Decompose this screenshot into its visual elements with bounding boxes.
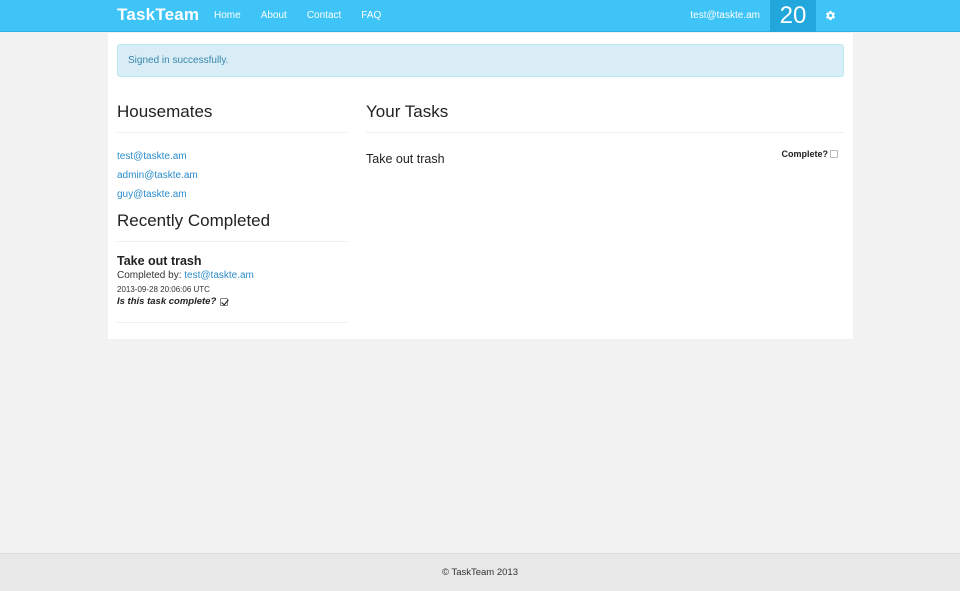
navbar: TaskTeam Home About Contact FAQ test@tas… bbox=[0, 0, 960, 32]
completed-by-label: Completed by: bbox=[117, 270, 182, 281]
nav-link-faq[interactable]: FAQ bbox=[351, 0, 391, 32]
housemate-link[interactable]: test@taskte.am bbox=[117, 147, 347, 166]
main-container: Signed in successfully. Housemates test@… bbox=[108, 33, 853, 339]
nav-link-about[interactable]: About bbox=[251, 0, 297, 32]
your-tasks-title: Your Tasks bbox=[366, 101, 844, 133]
footer: © TaskTeam 2013 bbox=[0, 553, 960, 591]
completed-by: Completed by: test@taskte.am bbox=[117, 269, 347, 283]
recent-task-name: Take out trash bbox=[117, 254, 202, 268]
nav-user-email[interactable]: test@taskte.am bbox=[690, 0, 760, 32]
task-complete-checkbox[interactable] bbox=[830, 150, 838, 158]
recently-completed-title: Recently Completed bbox=[117, 210, 347, 242]
housemate-link[interactable]: guy@taskte.am bbox=[117, 185, 347, 204]
completed-by-user-link[interactable]: test@taskte.am bbox=[184, 270, 254, 281]
recent-complete-row: Is this task complete? bbox=[117, 296, 347, 308]
nav-link-contact[interactable]: Contact bbox=[297, 0, 351, 32]
housemates-list: test@taskte.am admin@taskte.am guy@taskt… bbox=[117, 147, 347, 204]
nav-link-home[interactable]: Home bbox=[204, 0, 251, 32]
completed-timestamp: 2013-09-28 20:06:06 UTC bbox=[117, 285, 210, 294]
task-count-badge: 20 bbox=[770, 0, 816, 32]
brand-logo[interactable]: TaskTeam bbox=[117, 5, 199, 25]
housemates-title: Housemates bbox=[117, 101, 347, 133]
left-column: Housemates test@taskte.am admin@taskte.a… bbox=[117, 101, 347, 323]
housemate-link[interactable]: admin@taskte.am bbox=[117, 166, 347, 185]
gear-icon[interactable] bbox=[822, 8, 838, 24]
task-name: Take out trash bbox=[366, 152, 445, 166]
recent-task-item: Take out trash Completed by: test@taskte… bbox=[117, 254, 347, 323]
complete-question-label: Is this task complete? bbox=[117, 296, 217, 307]
task-item: Take out trash Complete? bbox=[366, 149, 844, 171]
recent-complete-checkbox[interactable] bbox=[220, 298, 229, 306]
right-column: Your Tasks Take out trash Complete? bbox=[366, 101, 844, 171]
task-complete-control: Complete? bbox=[781, 149, 838, 159]
flash-alert: Signed in successfully. bbox=[117, 44, 844, 77]
nav-links: Home About Contact FAQ bbox=[204, 0, 391, 32]
complete-label: Complete? bbox=[781, 149, 828, 159]
